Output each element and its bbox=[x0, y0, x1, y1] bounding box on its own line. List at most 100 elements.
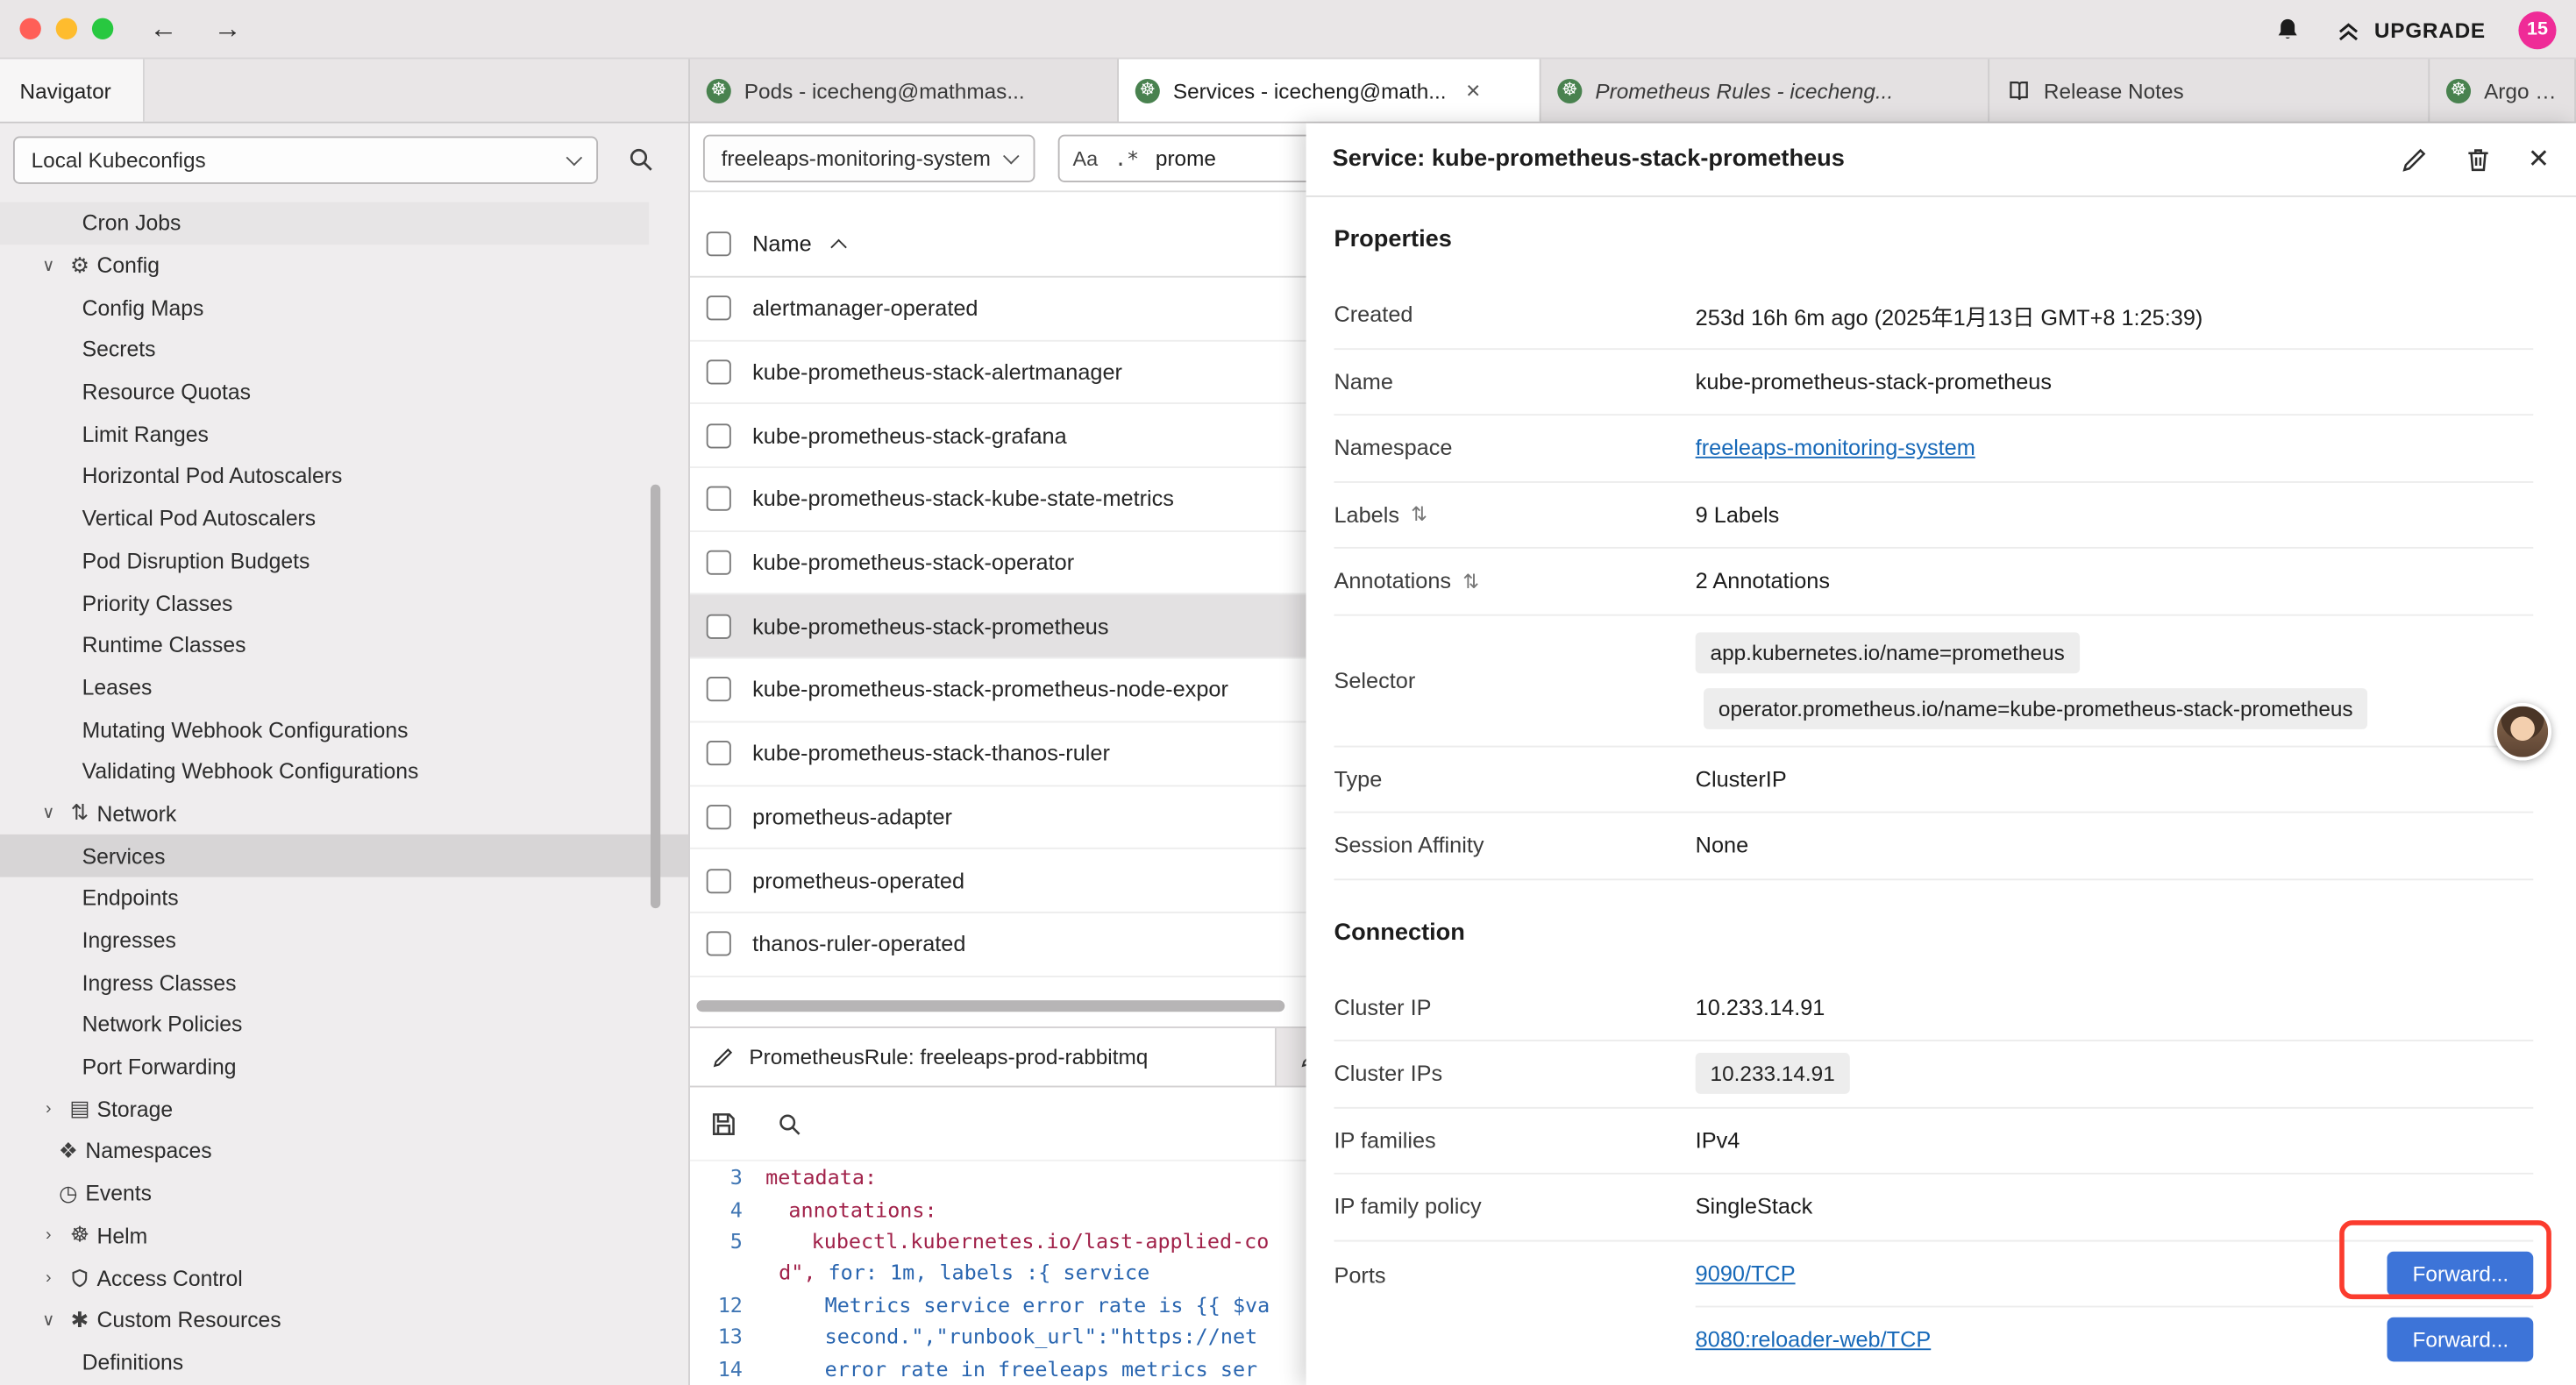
close-tab-icon[interactable]: × bbox=[1466, 76, 1480, 104]
forward-port-button[interactable]: Forward... bbox=[2387, 1251, 2533, 1296]
close-window-button[interactable] bbox=[19, 18, 40, 39]
sidebar-item-definitions[interactable]: Definitions bbox=[0, 1341, 688, 1383]
search-icon[interactable] bbox=[777, 1112, 801, 1136]
row-checkbox[interactable] bbox=[707, 614, 731, 638]
sort-asc-icon[interactable] bbox=[830, 239, 847, 256]
sidebar-item-config[interactable]: ∨⚙Config bbox=[0, 245, 688, 287]
row-checkbox[interactable] bbox=[707, 678, 731, 702]
sidebar-item-cron-jobs[interactable]: Cron Jobs bbox=[0, 202, 649, 244]
sidebar-item-horizontal-pod-autoscalers[interactable]: Horizontal Pod Autoscalers bbox=[0, 455, 688, 497]
sidebar-item-network[interactable]: ∨⇅Network bbox=[0, 792, 688, 835]
select-all-checkbox[interactable] bbox=[707, 231, 731, 256]
sidebar-item-services[interactable]: Services bbox=[0, 835, 688, 877]
editor-tab-prometheusrule[interactable]: PrometheusRule: freeleaps-prod-rabbitmq bbox=[690, 1028, 1277, 1086]
row-checkbox[interactable] bbox=[707, 550, 731, 575]
sidebar-item-events[interactable]: ◷Events bbox=[0, 1172, 688, 1214]
table-row[interactable]: alertmanager-operated bbox=[690, 278, 1306, 341]
port-link-8080-reloader-web[interactable]: 8080:reloader-web/TCP bbox=[1696, 1327, 1932, 1352]
delete-trash-icon[interactable] bbox=[2464, 146, 2492, 174]
save-icon[interactable] bbox=[709, 1110, 737, 1138]
tab-pods[interactable]: ☸ Pods - icecheng@mathmas... bbox=[690, 59, 1119, 121]
regex-toggle[interactable]: .* bbox=[1114, 146, 1139, 171]
yaml-editor[interactable]: 3metadata: 4annotations: 5kubectl.kubern… bbox=[690, 1161, 1306, 1385]
table-row[interactable]: kube-prometheus-stack-grafana bbox=[690, 405, 1306, 468]
table-row[interactable]: prometheus-operated bbox=[690, 849, 1306, 913]
tab-release-notes[interactable]: Release Notes bbox=[1989, 59, 2430, 121]
forward-arrow-icon[interactable]: → bbox=[214, 15, 242, 43]
maximize-window-button[interactable] bbox=[92, 18, 113, 39]
sidebar-scrollbar[interactable] bbox=[651, 485, 660, 908]
sidebar-item-priority-classes[interactable]: Priority Classes bbox=[0, 582, 688, 624]
forward-port-button[interactable]: Forward... bbox=[2387, 1318, 2533, 1362]
sidebar-item-validating-webhook-configurations[interactable]: Validating Webhook Configurations bbox=[0, 750, 688, 792]
edit-pencil-icon[interactable] bbox=[2400, 146, 2428, 174]
row-checkbox[interactable] bbox=[707, 741, 731, 765]
sidebar-item-namespaces[interactable]: ❖Namespaces bbox=[0, 1130, 688, 1172]
match-case-toggle[interactable]: Aa bbox=[1073, 147, 1099, 170]
table-row[interactable]: kube-prometheus-stack-operator bbox=[690, 532, 1306, 595]
list-filter-row: freeleaps-monitoring-system Aa .* prome bbox=[690, 124, 1306, 193]
table-row[interactable]: thanos-ruler-operated bbox=[690, 913, 1306, 977]
table-row[interactable]: kube-prometheus-stack-prometheus-node-ex… bbox=[690, 659, 1306, 722]
tab-prometheus-rules[interactable]: ☸ Prometheus Rules - icecheng... bbox=[1541, 59, 1990, 121]
row-checkbox[interactable] bbox=[707, 296, 731, 321]
row-checkbox[interactable] bbox=[707, 359, 731, 384]
sidebar-item-access-control[interactable]: ›Access Control bbox=[0, 1257, 688, 1299]
sidebar-item-mutating-webhook-configurations[interactable]: Mutating Webhook Configurations bbox=[0, 708, 688, 750]
sidebar-item-config-maps[interactable]: Config Maps bbox=[0, 287, 688, 329]
row-checkbox[interactable] bbox=[707, 868, 731, 892]
row-checkbox[interactable] bbox=[707, 805, 731, 829]
row-checkbox[interactable] bbox=[707, 932, 731, 956]
minimize-window-button[interactable] bbox=[56, 18, 77, 39]
sidebar-item-secrets[interactable]: Secrets bbox=[0, 329, 688, 371]
sidebar-item-ingresses[interactable]: Ingresses bbox=[0, 920, 688, 962]
sidebar-item-network-policies[interactable]: Network Policies bbox=[0, 1004, 688, 1046]
sidebar-item-ingress-classes[interactable]: Ingress Classes bbox=[0, 962, 688, 1004]
sidebar-item-runtime-classes[interactable]: Runtime Classes bbox=[0, 624, 688, 666]
sidebar-item-port-forwarding[interactable]: Port Forwarding bbox=[0, 1046, 688, 1088]
tab-argo[interactable]: ☸ Argo Se bbox=[2430, 59, 2576, 121]
close-drawer-icon[interactable]: ✕ bbox=[2528, 143, 2550, 175]
sidebar-item-custom-resources[interactable]: ∨✱Custom Resources bbox=[0, 1299, 688, 1341]
navigator-panel-tab[interactable]: Navigator bbox=[0, 59, 145, 121]
table-row[interactable]: kube-prometheus-stack-kube-state-metrics bbox=[690, 468, 1306, 531]
chevron-right-icon[interactable]: › bbox=[34, 1225, 62, 1245]
book-icon bbox=[2006, 78, 2031, 103]
expand-toggle-icon[interactable]: ⇅ bbox=[1411, 503, 1427, 526]
horizontal-scrollbar[interactable] bbox=[696, 1000, 1284, 1012]
notifications-bell-icon[interactable] bbox=[2274, 16, 2302, 44]
user-avatar[interactable] bbox=[2494, 703, 2551, 761]
sidebar-item-resource-quotas[interactable]: Resource Quotas bbox=[0, 371, 688, 413]
row-checkbox[interactable] bbox=[707, 487, 731, 511]
chevron-down-icon[interactable]: ∨ bbox=[34, 1310, 62, 1330]
namespace-selector[interactable]: freeleaps-monitoring-system bbox=[703, 135, 1035, 182]
notification-count-badge[interactable]: 15 bbox=[2518, 11, 2556, 48]
column-header-name[interactable]: Name bbox=[752, 231, 811, 256]
back-arrow-icon[interactable]: ← bbox=[150, 15, 178, 43]
chevron-right-icon[interactable]: › bbox=[34, 1268, 62, 1288]
table-row[interactable]: kube-prometheus-stack-alertmanager bbox=[690, 341, 1306, 404]
port-link-9090[interactable]: 9090/TCP bbox=[1696, 1261, 1796, 1285]
namespace-link[interactable]: freeleaps-monitoring-system bbox=[1696, 436, 1975, 460]
upgrade-icon bbox=[2335, 16, 2363, 44]
sidebar-item-helm[interactable]: ›☸Helm bbox=[0, 1215, 688, 1257]
sidebar-item-vertical-pod-autoscalers[interactable]: Vertical Pod Autoscalers bbox=[0, 497, 688, 539]
expand-toggle-icon[interactable]: ⇅ bbox=[1462, 570, 1479, 593]
sidebar-item-storage[interactable]: ›▤Storage bbox=[0, 1088, 688, 1130]
chevron-down-icon[interactable]: ∨ bbox=[34, 804, 62, 823]
table-row[interactable]: kube-prometheus-stack-thanos-ruler bbox=[690, 722, 1306, 785]
tab-services[interactable]: ☸ Services - icecheng@math... × bbox=[1119, 59, 1541, 121]
table-row-selected[interactable]: kube-prometheus-stack-prometheus bbox=[690, 595, 1306, 658]
kubeconfig-selector[interactable]: Local Kubeconfigs bbox=[13, 137, 598, 184]
sidebar-item-limit-ranges[interactable]: Limit Ranges bbox=[0, 413, 688, 455]
table-row[interactable]: prometheus-adapter bbox=[690, 786, 1306, 849]
line-number: 13 bbox=[690, 1324, 765, 1348]
upgrade-button[interactable]: UPGRADE bbox=[2335, 16, 2486, 44]
row-checkbox[interactable] bbox=[707, 423, 731, 448]
chevron-down-icon[interactable]: ∨ bbox=[34, 255, 62, 274]
sidebar-item-leases[interactable]: Leases bbox=[0, 666, 688, 708]
sidebar-item-endpoints[interactable]: Endpoints bbox=[0, 877, 688, 920]
search-icon[interactable] bbox=[628, 146, 654, 173]
sidebar-item-pod-disruption-budgets[interactable]: Pod Disruption Budgets bbox=[0, 540, 688, 582]
chevron-right-icon[interactable]: › bbox=[34, 1099, 62, 1119]
